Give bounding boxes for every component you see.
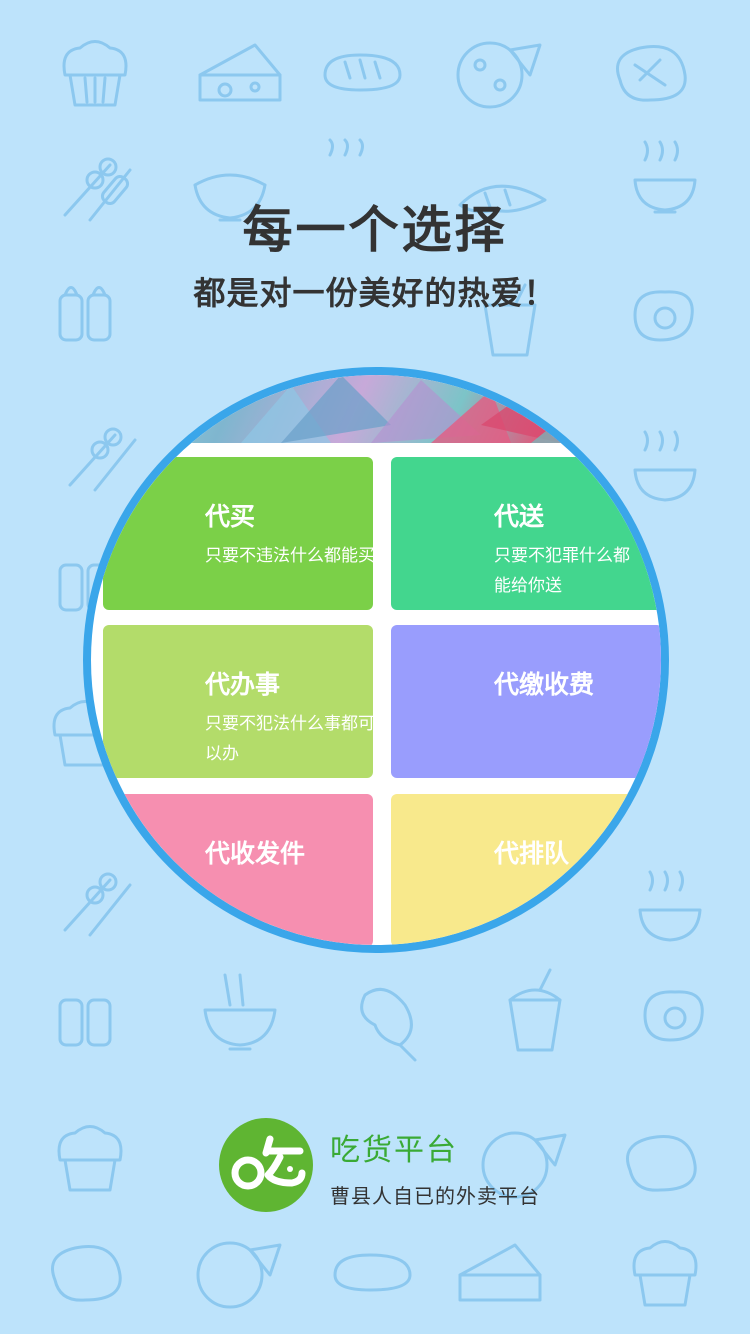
tile-title: 代收发件 — [205, 839, 306, 868]
tile-description-line: 只要不犯罪什么都 — [494, 546, 630, 566]
egg-icon — [643, 990, 704, 1042]
muffin-icon — [62, 40, 128, 107]
headline: 每一个选择 — [242, 201, 508, 259]
noodle-bowl-icon — [203, 973, 277, 1051]
steak-icon — [616, 45, 687, 102]
pizza-icon — [196, 1241, 282, 1309]
service-tile-daipaidui[interactable]: 代排队 — [391, 794, 661, 945]
service-tile-daishoufajian[interactable]: 代收发件 — [103, 794, 373, 945]
services-circle: 代买 只要不违法什么都能买 代送 只要不犯罪什么都 能给你送 代办事 只要不犯法… — [83, 367, 669, 953]
bread-icon — [333, 1253, 412, 1292]
tile-description: 只要不犯罪什么都 能给你送 — [494, 541, 661, 601]
brand-slogan: 曹县人自已的外卖平台 — [330, 1184, 540, 1208]
drink-icon — [508, 968, 562, 1052]
bread-icon — [323, 53, 402, 92]
cheese-icon — [198, 43, 282, 102]
tile-description-line: 能给你送 — [494, 576, 562, 596]
service-tile-daibanshi[interactable]: 代办事 只要不犯法什么事都可以办 — [103, 625, 375, 778]
steak-icon — [51, 1245, 122, 1302]
tile-title: 代送 — [494, 502, 545, 531]
salt-pepper-icon — [58, 998, 112, 1047]
steak-icon — [626, 1135, 697, 1192]
cloche-icon — [328, 138, 364, 157]
service-tile-daisong[interactable]: 代送 只要不犯罪什么都 能给你送 — [391, 457, 661, 610]
tile-description: 只要不犯法什么事都可以办 — [205, 714, 375, 764]
pizza-icon — [456, 41, 542, 109]
brand-logo — [219, 1118, 313, 1212]
service-tile-daijiaoshoufei[interactable]: 代缴收费 — [391, 625, 661, 778]
subline: 都是对一份美好的热爱！ — [193, 274, 557, 312]
muffin-icon — [632, 1240, 698, 1307]
muffin-icon — [57, 1125, 123, 1192]
tile-description: 只要不违法什么都能买 — [205, 546, 375, 566]
brand-name: 吃货平台 — [330, 1133, 458, 1168]
banner-image — [91, 375, 661, 443]
service-tile-daimai[interactable]: 代买 只要不违法什么都能买 — [103, 457, 375, 610]
tile-title: 代缴收费 — [494, 670, 595, 699]
tile-title: 代买 — [205, 502, 256, 531]
tile-title: 代排队 — [494, 839, 570, 868]
cheese-icon — [458, 1243, 542, 1302]
tile-title: 代办事 — [205, 670, 281, 699]
chicken-leg-icon — [360, 987, 417, 1062]
